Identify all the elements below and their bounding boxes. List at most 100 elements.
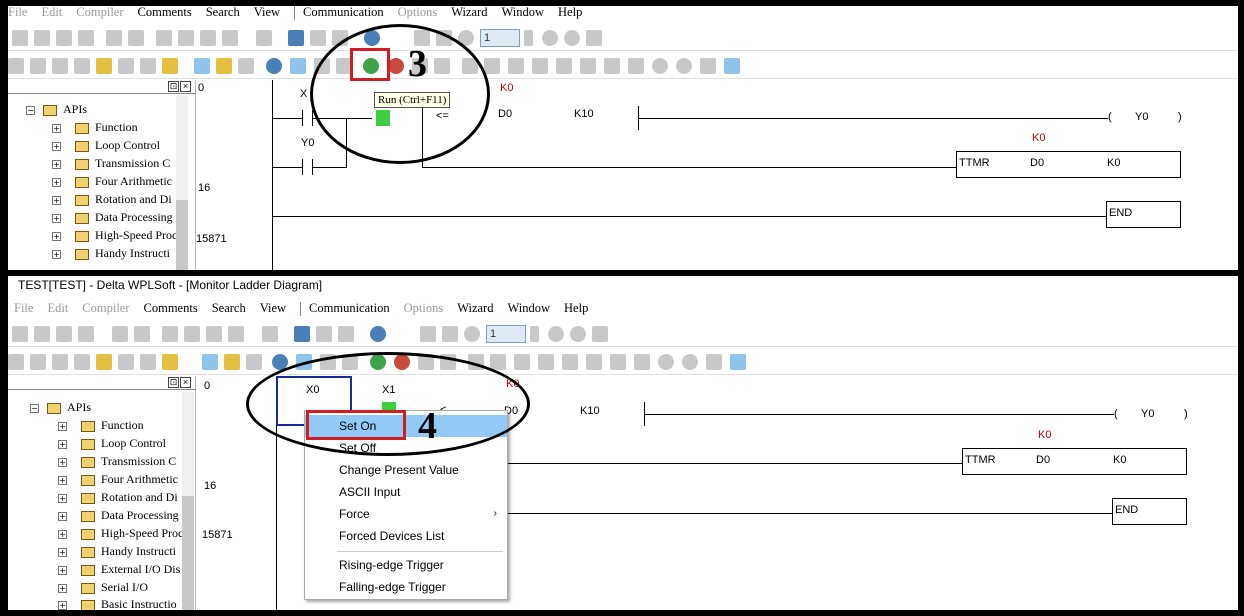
menu-item-falling-edge-trigger[interactable]: Falling-edge Trigger [305,576,507,598]
spinner-icon[interactable] [524,30,533,46]
expand-icon[interactable]: + [58,421,67,431]
zoom-in-icon[interactable] [310,30,326,46]
expand-icon[interactable]: + [58,493,67,503]
stop-icon[interactable] [542,30,558,46]
menu-file[interactable]: File [14,298,33,318]
tree-item[interactable]: + Data Processing [58,508,179,523]
menu-communication[interactable]: Communication [309,298,390,318]
expand-icon[interactable]: + [58,583,67,593]
number-input[interactable]: 1 [486,325,526,343]
expand-icon[interactable]: + [58,547,67,557]
view-icon[interactable] [238,58,254,74]
menu-item-force[interactable]: Force › [305,503,507,525]
ttmr-instruction-box[interactable]: TTMR D0 K0 [956,151,1181,178]
save-icon[interactable] [56,326,72,342]
edit-icon[interactable] [96,354,112,370]
spinner-icon[interactable] [530,326,539,342]
expand-icon[interactable]: + [58,439,67,449]
close-icon[interactable]: × [180,377,191,388]
expand-icon[interactable]: + [52,195,61,205]
menu-search[interactable]: Search [212,298,246,318]
memo-icon[interactable] [162,58,178,74]
menu-options[interactable]: Options [398,6,438,22]
stop-icon[interactable] [548,326,564,342]
marker-icon[interactable] [266,58,282,74]
tree-item[interactable]: + External I/O Dis [58,562,180,577]
edit-icon[interactable] [96,58,112,74]
tree-item[interactable]: + Serial I/O [58,580,148,595]
collapse-icon[interactable]: − [30,403,39,413]
menu-help[interactable]: Help [564,298,588,318]
instruction-mode-icon[interactable] [30,354,46,370]
list-icon[interactable] [562,354,578,370]
save-icon[interactable] [56,30,72,46]
menu-compiler[interactable]: Compiler [76,6,123,22]
refresh-icon[interactable] [256,30,272,46]
code-icon[interactable] [514,354,530,370]
menu-search[interactable]: Search [206,6,240,22]
menu-wizard[interactable]: Wizard [457,298,493,318]
tree-item[interactable]: + Four Arithmetic [58,472,178,487]
system-icon[interactable] [730,354,746,370]
list2-icon[interactable] [586,354,602,370]
menu-window[interactable]: Window [507,298,550,318]
tree-item[interactable]: + Handy Instructi [52,246,170,261]
comment-icon[interactable] [74,354,90,370]
cycle-icon[interactable] [570,326,586,342]
cut-icon[interactable] [162,326,178,342]
instruction-mode-icon[interactable] [30,58,46,74]
disk-icon[interactable] [706,354,722,370]
comm-icon[interactable] [490,354,506,370]
refresh-icon[interactable] [262,326,278,342]
pen-icon[interactable] [202,354,218,370]
ladder-mode-icon[interactable] [8,354,24,370]
zoom-in-icon[interactable] [316,326,332,342]
zoom-icon[interactable] [288,30,304,46]
ladder-mode-icon[interactable] [8,58,24,74]
menu-comments[interactable]: Comments [144,298,198,318]
tree-item[interactable]: + Function [58,418,144,433]
pin-icon[interactable]: ⊡ [168,81,179,92]
ip-icon[interactable] [676,58,692,74]
menu-item-change-present-value[interactable]: Change Present Value [305,459,507,481]
menu-communication[interactable]: Communication [303,6,384,22]
tree-item[interactable]: + Function [52,120,138,135]
menu-wizard[interactable]: Wizard [451,6,487,22]
tree-root-apis[interactable]: − APIs [26,102,87,117]
zoom-out-icon[interactable] [338,326,354,342]
menu-comments[interactable]: Comments [138,6,192,22]
open-file-icon[interactable] [34,30,50,46]
m-icon[interactable] [658,354,674,370]
expand-icon[interactable]: + [52,249,61,259]
ip-icon[interactable] [682,354,698,370]
expand-icon[interactable]: + [52,231,61,241]
pen-icon[interactable] [194,58,210,74]
clock-icon[interactable] [464,326,480,342]
tree-scroll-thumb[interactable] [182,496,194,610]
expand-icon[interactable]: + [58,511,67,521]
transfer-icon[interactable] [592,326,608,342]
expand-icon[interactable]: + [58,529,67,539]
transfer-icon[interactable] [586,30,602,46]
menu-edit[interactable]: Edit [41,6,62,22]
sfc-mode-icon[interactable] [52,354,68,370]
online-mode-icon[interactable] [290,58,306,74]
list3-icon[interactable] [610,354,626,370]
tree-item[interactable]: + Rotation and Di [58,490,178,505]
menu-options[interactable]: Options [404,298,444,318]
expand-icon[interactable]: + [52,213,61,223]
undo-icon[interactable] [106,30,122,46]
list2-icon[interactable] [580,58,596,74]
cycle-icon[interactable] [564,30,580,46]
menu-file[interactable]: File [8,6,27,22]
redo-icon[interactable] [128,30,144,46]
device-comment-icon[interactable] [118,354,134,370]
device-comment-icon[interactable] [118,58,134,74]
zoom-icon[interactable] [294,326,310,342]
copy-icon[interactable] [178,30,194,46]
tree-item[interactable]: + Four Arithmetic [52,174,172,189]
tree-item[interactable]: + High-Speed Proc [58,526,183,541]
eraser-icon[interactable] [228,326,244,342]
menu-item-rising-edge-trigger[interactable]: Rising-edge Trigger [305,554,507,576]
code-icon[interactable] [508,58,524,74]
